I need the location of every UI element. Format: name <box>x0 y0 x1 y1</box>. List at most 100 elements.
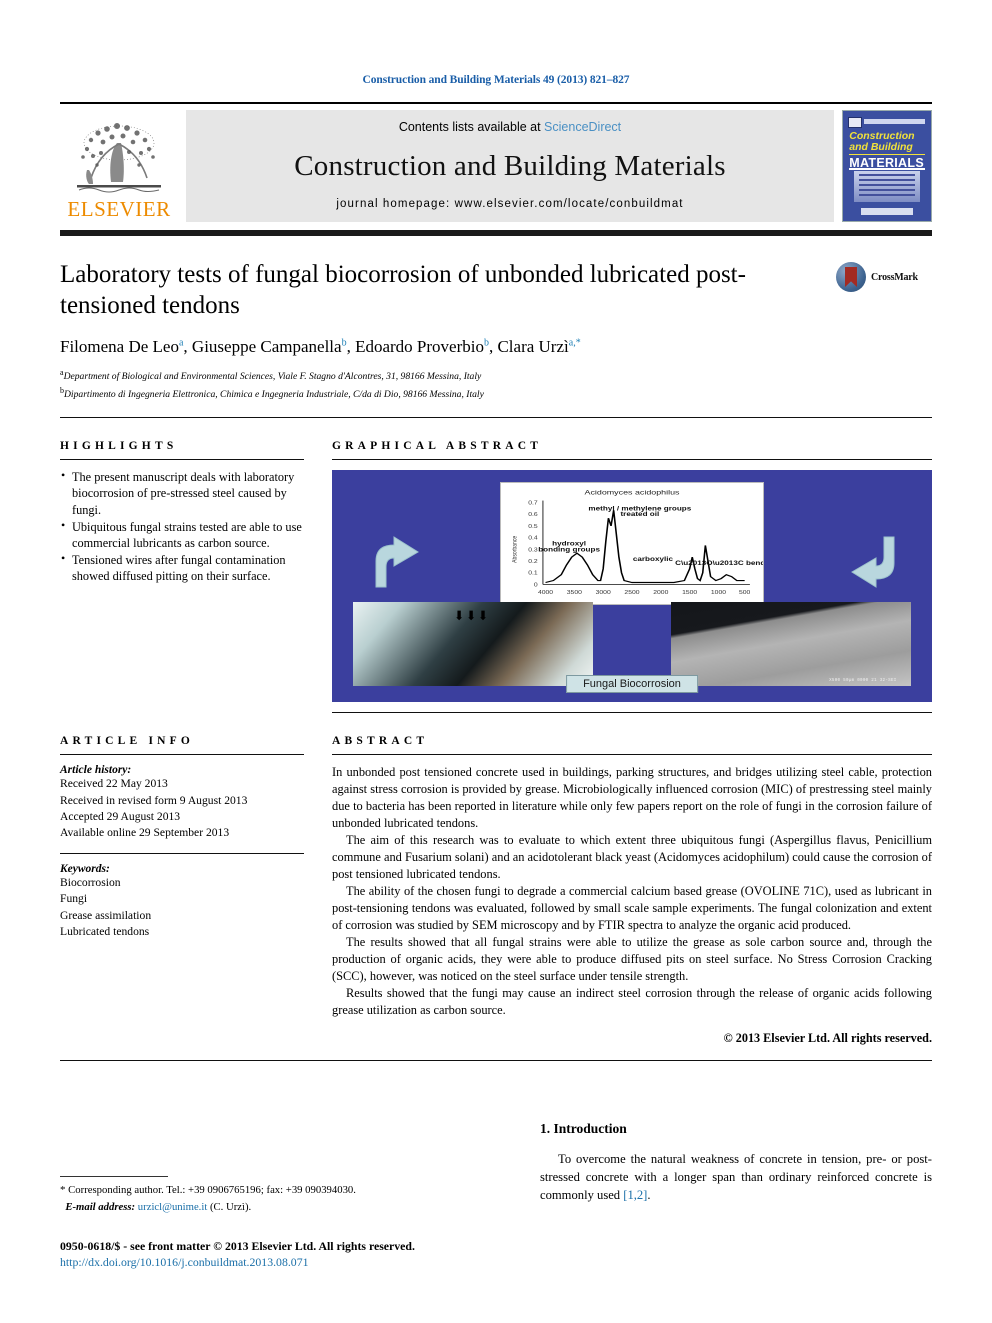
article-info-heading-rule <box>60 754 304 756</box>
crossmark-badge-group[interactable]: CrossMark <box>836 262 932 292</box>
cover-footer-band <box>860 207 914 215</box>
keyword-item: Lubricated tendons <box>60 925 150 939</box>
svg-text:0.6: 0.6 <box>528 512 538 517</box>
svg-text:carboxylic: carboxylic <box>633 556 673 563</box>
svg-text:0.7: 0.7 <box>528 501 538 506</box>
title-block: Laboratory tests of fungal biocorrosion … <box>60 260 932 321</box>
masthead-bottom-rule <box>60 230 932 236</box>
elsevier-wordmark: ELSEVIER <box>67 197 171 221</box>
footnote-text: * Corresponding author. Tel.: +39 090676… <box>60 1182 480 1215</box>
author-affiliation-marker[interactable]: b <box>484 337 489 348</box>
journal-cover-thumbnail: Construction and Building MATERIALS <box>842 110 932 222</box>
introduction-text-end: . <box>647 1188 651 1203</box>
chart-title-text: Acidomyces acidophilus <box>585 488 680 496</box>
highlights-list: The present manuscript deals with labora… <box>60 468 304 585</box>
graphical-abstract-heading-rule <box>332 459 932 461</box>
keywords-label: Keywords: <box>60 862 110 875</box>
elsevier-tree-icon <box>77 123 161 193</box>
svg-text:3500: 3500 <box>567 591 583 596</box>
doi-link[interactable]: http://dx.doi.org/10.1016/j.conbuildmat.… <box>60 1254 415 1271</box>
highlights-column: HIGHLIGHTS The present manuscript deals … <box>60 418 322 713</box>
graphical-abstract-column: GRAPHICAL ABSTRACT Acidomyces acidophilu… <box>322 418 932 714</box>
abstract-heading-rule <box>332 754 932 756</box>
author-name: Giuseppe Campanella <box>191 337 342 356</box>
article-history-label: Article history: <box>60 764 132 777</box>
articleinfo-abstract-row: ARTICLE INFO Article history: Received 2… <box>60 713 932 1046</box>
cover-body-text-lines <box>859 173 915 199</box>
list-item: Ubiquitous fungal strains tested are abl… <box>60 518 304 551</box>
introduction-column: 1. Introduction To overcome the natural … <box>490 1121 932 1271</box>
article-history-item: Accepted 29 August 2013 <box>60 810 181 823</box>
cover-title-line1: Construction <box>849 129 915 142</box>
copyright-line: © 2013 Elsevier Ltd. All rights reserved… <box>723 1030 932 1045</box>
citation-link[interactable]: [1,2] <box>623 1188 647 1202</box>
abstract-column: ABSTRACT In unbonded post tensioned conc… <box>322 713 932 1046</box>
abstract-paragraph: The aim of this research was to evaluate… <box>332 833 932 881</box>
list-item: Tensioned wires after fungal contaminati… <box>60 551 304 584</box>
graphical-abstract-figure: Acidomyces acidophilus 0.7 0.6 0.5 0.4 0… <box>332 470 932 703</box>
cover-publisher-mark <box>848 117 863 128</box>
highlights-heading-rule <box>60 459 304 461</box>
svg-text:0.1: 0.1 <box>528 571 538 576</box>
email-link[interactable]: urzicl@unime.it <box>138 1201 208 1213</box>
author-name: Filomena De Leo <box>60 337 179 356</box>
journal-running-head: Construction and Building Materials 49 (… <box>362 74 630 86</box>
author-affiliation-marker[interactable]: a <box>179 337 183 348</box>
abstract-heading: ABSTRACT <box>332 735 429 748</box>
sem-overlay-text: 20kV X500 50µm 0000 21 32-SEI <box>685 679 896 683</box>
svg-text:bonding groups: bonding groups <box>538 546 600 553</box>
article-first-page: Construction and Building Materials 49 (… <box>0 0 992 1323</box>
ftir-spectrum-chart: Acidomyces acidophilus 0.7 0.6 0.5 0.4 0… <box>500 481 764 605</box>
journal-masthead: ELSEVIER Contents lists available at Sci… <box>60 102 932 222</box>
arrow-right-icon <box>851 536 895 588</box>
masthead-center-panel: Contents lists available at ScienceDirec… <box>186 110 834 222</box>
arrow-left-icon <box>375 536 419 588</box>
corresponding-author-text: Corresponding author. Tel.: +39 09067651… <box>68 1184 356 1197</box>
highlights-graphical-row: HIGHLIGHTS The present manuscript deals … <box>60 418 932 714</box>
author-name: Edoardo Proverbio <box>355 337 484 356</box>
article-history-item: Received 22 May 2013 <box>60 777 168 791</box>
email-address-label: E-mail address: <box>65 1200 136 1213</box>
corresponding-author-footnote: * Corresponding author. Tel.: +39 090676… <box>60 1176 480 1215</box>
abstract-paragraph: The ability of the chosen fungi to degra… <box>332 883 932 932</box>
abstract-paragraph: In unbonded post tensioned concrete used… <box>332 765 932 831</box>
abstract-bottom-rule <box>60 1059 932 1061</box>
svg-text:500: 500 <box>739 591 751 596</box>
author-list: Filomena De Leoa, Giuseppe Campanellab, … <box>60 337 581 356</box>
affiliation-item: aDepartment of Biological and Environmen… <box>60 367 932 385</box>
keyword-item: Grease assimilation <box>60 908 152 922</box>
stereomicroscope-photo: ⬇⬇⬇ <box>353 602 593 686</box>
affiliation-list: aDepartment of Biological and Environmen… <box>60 367 932 403</box>
svg-text:Absorbance: Absorbance <box>512 535 519 563</box>
affiliation-text: Dipartimento di Ingegneria Elettronica, … <box>64 389 484 401</box>
author-affiliation-marker[interactable]: b <box>342 337 347 348</box>
journal-homepage-link[interactable]: journal homepage: www.elsevier.com/locat… <box>336 198 683 210</box>
article-info-heading: ARTICLE INFO <box>60 735 195 748</box>
page-title: Laboratory tests of fungal biocorrosion … <box>60 261 746 319</box>
svg-text:0.4: 0.4 <box>528 536 538 541</box>
crossmark-icon <box>836 262 866 292</box>
sem-micrograph-photo: 20kV X500 50µm 0000 21 32-SEI <box>671 602 911 686</box>
sciencedirect-link[interactable]: ScienceDirect <box>544 120 621 134</box>
abstract-paragraph: Results showed that the fungi may cause … <box>332 985 932 1017</box>
ftir-chart-svg: Acidomyces acidophilus 0.7 0.6 0.5 0.4 0… <box>501 482 763 604</box>
footnote-separator-rule <box>60 1176 168 1178</box>
crossmark-label: CrossMark <box>871 271 918 283</box>
issn-line: 0950-0618/$ - see front matter © 2013 El… <box>60 1238 415 1253</box>
article-info-divider <box>60 852 304 854</box>
svg-text:0.5: 0.5 <box>528 524 538 529</box>
abstract-paragraph: The results showed that all fungal strai… <box>332 934 932 983</box>
contents-prefix: Contents lists available at <box>398 120 545 134</box>
list-item: The present manuscript deals with labora… <box>60 468 304 518</box>
affiliation-item: bDipartimento di Ingegneria Elettronica,… <box>60 385 932 403</box>
affiliation-text: Department of Biological and Environment… <box>63 371 482 383</box>
cover-title-line2: and Building <box>849 141 913 154</box>
author-affiliation-marker[interactable]: a,* <box>569 337 581 348</box>
author-name: Clara Urzì <box>497 337 569 356</box>
elsevier-logo: ELSEVIER <box>60 110 178 222</box>
introduction-text: To overcome the natural weakness of conc… <box>540 1151 932 1203</box>
footnote-marker: * <box>60 1184 66 1197</box>
svg-text:3000: 3000 <box>596 591 612 596</box>
article-history-item: Received in revised form 9 August 2013 <box>60 793 248 807</box>
abstract-body: In unbonded post tensioned concrete used… <box>332 764 932 1019</box>
